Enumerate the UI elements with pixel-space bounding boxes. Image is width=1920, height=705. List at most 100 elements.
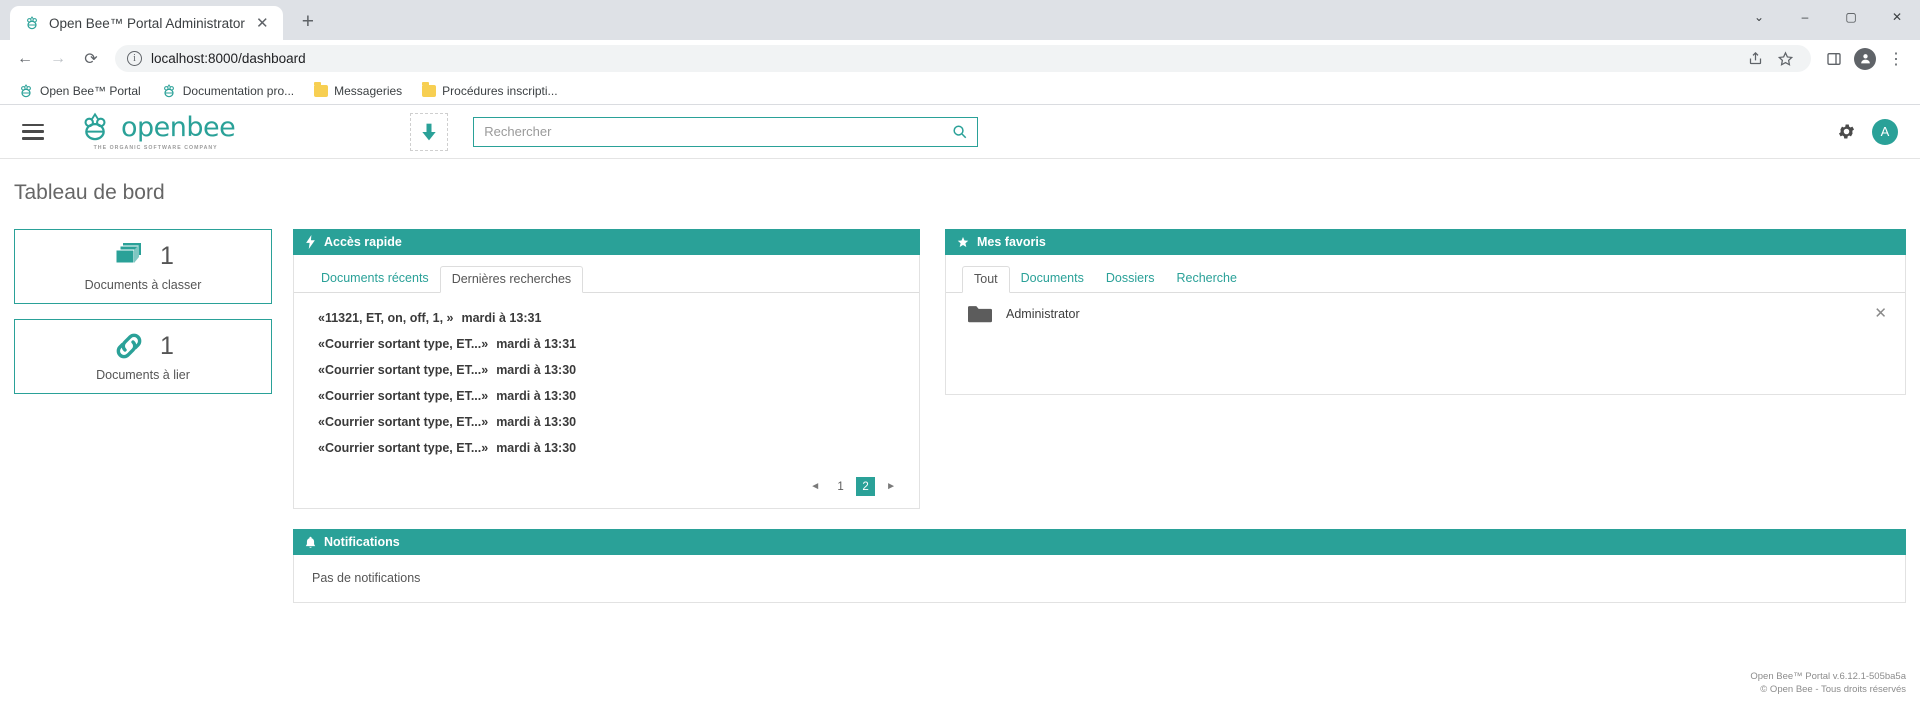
tab-documents-recents[interactable]: Documents récents	[310, 266, 440, 293]
search-time: mardi à 13:30	[496, 363, 577, 377]
stat-card-documents-a-classer[interactable]: 1 Documents à classer	[14, 229, 272, 304]
global-search[interactable]	[473, 116, 979, 147]
bookmark-star-icon[interactable]	[1771, 45, 1799, 73]
list-item[interactable]: Administrator ✕	[946, 293, 1905, 334]
favorite-name: Administrator	[1006, 306, 1080, 321]
new-tab-button[interactable]: +	[293, 7, 323, 37]
list-item[interactable]: «Courrier sortant type, ET...» mardi à 1…	[294, 435, 919, 461]
side-panel-icon[interactable]	[1820, 45, 1848, 73]
lightning-icon	[306, 235, 315, 249]
notifications-title: Notifications	[324, 535, 400, 549]
search-time: mardi à 13:30	[496, 415, 577, 429]
search-query: «Courrier sortant type, ET...»	[318, 389, 489, 403]
bookmark-item[interactable]: Open Bee™ Portal	[10, 80, 149, 102]
search-icon[interactable]	[952, 124, 967, 139]
search-query: «Courrier sortant type, ET...»	[318, 441, 489, 455]
documents-stack-icon	[115, 243, 142, 264]
stat-card-documents-a-lier[interactable]: 1 Documents à lier	[14, 319, 272, 394]
chrome-minimize-icon[interactable]: ⌄	[1736, 0, 1782, 34]
favorites-panel: Mes favoris Tout Documents Dossiers Rech…	[945, 229, 1906, 395]
tab-documents[interactable]: Documents	[1010, 266, 1095, 293]
pagination-page-1[interactable]: 1	[831, 477, 850, 496]
hamburger-icon[interactable]	[22, 123, 44, 140]
pagination-prev[interactable]: ◄	[805, 477, 825, 496]
search-query: «Courrier sortant type, ET...»	[318, 363, 489, 377]
dashboard-page: Tableau de bord 1 Documents à classer 1 …	[0, 159, 1920, 705]
back-icon[interactable]: ←	[10, 44, 40, 74]
footer-copyright: © Open Bee - Tous droits réservés	[1760, 684, 1906, 696]
search-query: «11321, ET, on, off, 1, »	[318, 311, 454, 325]
window-controls: ⌄ – ▢ ✕	[1736, 0, 1920, 34]
address-bar[interactable]: i localhost:8000/dashboard	[115, 45, 1811, 72]
app-logo[interactable]: openbee THE ORGANIC SOFTWARE COMPANY	[76, 112, 236, 151]
quick-access-title: Accès rapide	[324, 235, 402, 249]
favorites-title: Mes favoris	[977, 235, 1046, 249]
list-item[interactable]: «Courrier sortant type, ET...» mardi à 1…	[294, 331, 919, 357]
stat-label: Documents à lier	[96, 368, 190, 382]
folder-icon	[968, 306, 992, 323]
notifications-header: Notifications	[293, 529, 1906, 555]
bee-icon	[21, 83, 31, 97]
window-maximize-button[interactable]: ▢	[1828, 0, 1874, 34]
footer-version: Open Bee™ Portal v.6.12.1-505ba5a	[1750, 671, 1906, 683]
tab-close-icon[interactable]: ✕	[254, 15, 271, 32]
quick-access-tabs: Documents récents Dernières recherches	[294, 255, 919, 293]
pagination-page-2[interactable]: 2	[856, 477, 876, 496]
search-time: mardi à 13:30	[496, 389, 577, 403]
browser-tab[interactable]: Open Bee™ Portal Administrator ✕	[10, 6, 283, 40]
bookmark-label: Documentation pro...	[182, 83, 295, 98]
search-time: mardi à 13:31	[461, 311, 542, 325]
tab-dossiers[interactable]: Dossiers	[1095, 266, 1166, 293]
tab-dernieres-recherches[interactable]: Dernières recherches	[439, 266, 584, 293]
page-title: Tableau de bord	[14, 181, 165, 204]
stat-cards: 1 Documents à classer 1 Documents à lier	[14, 229, 272, 409]
star-icon	[957, 237, 969, 247]
quick-access-header: Accès rapide	[293, 229, 920, 255]
bookmark-item[interactable]: Messageries	[306, 81, 410, 101]
notifications-empty-text: Pas de notifications	[312, 571, 421, 585]
tab-tout[interactable]: Tout	[962, 266, 1010, 293]
bookmarks-bar: Open Bee™ Portal Documentation pro... Me…	[0, 77, 1920, 105]
search-time: mardi à 13:31	[496, 337, 577, 351]
list-item[interactable]: «Courrier sortant type, ET...» mardi à 1…	[294, 357, 919, 383]
logo-tagline: THE ORGANIC SOFTWARE COMPANY	[93, 145, 218, 151]
favorites-header: Mes favoris	[945, 229, 1906, 255]
bookmark-label: Procédures inscripti...	[442, 83, 558, 98]
download-icon	[422, 123, 436, 140]
bookmark-item[interactable]: Procédures inscripti...	[414, 81, 565, 101]
search-time: mardi à 13:30	[496, 441, 577, 455]
tab-recherche[interactable]: Recherche	[1166, 266, 1248, 293]
list-item[interactable]: «11321, ET, on, off, 1, » mardi à 13:31	[294, 305, 919, 331]
address-bar-url: localhost:8000/dashboard	[151, 51, 306, 66]
search-input[interactable]	[484, 124, 953, 139]
chrome-profile-icon[interactable]	[1851, 45, 1879, 73]
pagination-next[interactable]: ►	[881, 477, 901, 496]
site-info-icon[interactable]: i	[127, 51, 142, 66]
list-item[interactable]: «Courrier sortant type, ET...» mardi à 1…	[294, 383, 919, 409]
user-avatar[interactable]: A	[1872, 118, 1898, 145]
notifications-panel: Notifications Pas de notifications	[293, 529, 1906, 603]
quick-access-panel: Accès rapide Documents récents Dernières…	[293, 229, 920, 509]
window-close-button[interactable]: ✕	[1874, 0, 1920, 34]
download-button[interactable]	[410, 112, 449, 151]
app-footer: Open Bee™ Portal v.6.12.1-505ba5a © Open…	[1750, 671, 1906, 697]
recent-searches-list: «11321, ET, on, off, 1, » mardi à 13:31 …	[294, 293, 919, 469]
share-icon[interactable]	[1741, 45, 1769, 73]
link-icon	[116, 333, 142, 359]
bee-icon	[27, 16, 37, 30]
stat-count: 1	[160, 241, 174, 270]
stat-count: 1	[160, 331, 174, 360]
chrome-menu-icon[interactable]: ⋮	[1882, 45, 1910, 73]
bell-icon	[305, 536, 316, 548]
browser-tab-strip: Open Bee™ Portal Administrator ✕ + ⌄ – ▢…	[0, 0, 1920, 40]
window-minimize-button[interactable]: –	[1782, 0, 1828, 34]
list-item[interactable]: «Courrier sortant type, ET...» mardi à 1…	[294, 409, 919, 435]
reload-icon[interactable]: ⟳	[76, 44, 106, 74]
remove-favorite-icon[interactable]: ✕	[1874, 306, 1887, 321]
folder-icon	[422, 82, 437, 97]
bookmark-item[interactable]: Documentation pro...	[153, 80, 302, 102]
browser-toolbar: ← → ⟳ i localhost:8000/dashboard ⋮	[0, 40, 1920, 77]
gear-icon[interactable]	[1837, 122, 1856, 141]
app-header: openbee THE ORGANIC SOFTWARE COMPANY A	[0, 105, 1920, 159]
forward-icon[interactable]: →	[43, 44, 73, 74]
